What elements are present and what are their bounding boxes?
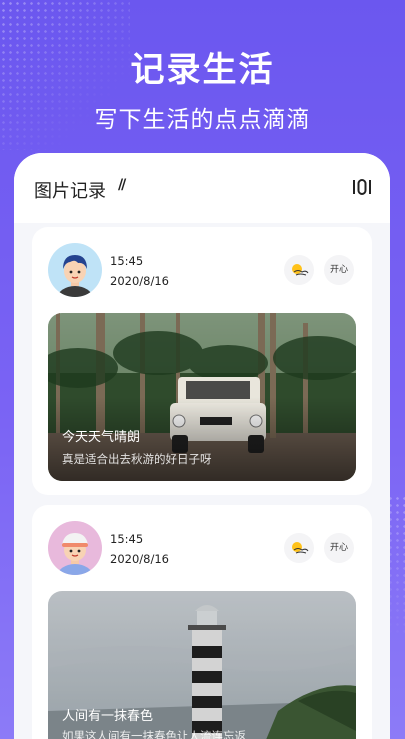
mood-badge: 开心 bbox=[324, 255, 354, 285]
caption-title: 今天天气晴朗 bbox=[62, 430, 141, 445]
avatar bbox=[48, 243, 102, 297]
caption-title: 人间有一抹春色 bbox=[62, 709, 154, 724]
record-card[interactable]: 15:45 2020/8/16 开心 bbox=[32, 227, 372, 495]
app-header: 图片记录 // bbox=[14, 153, 390, 223]
record-card[interactable]: 15:45 2020/8/16 开心 bbox=[32, 505, 372, 739]
entry-date: 2020/8/16 bbox=[110, 274, 169, 288]
entry-date: 2020/8/16 bbox=[110, 552, 169, 566]
sunny-cloud-icon bbox=[284, 255, 314, 285]
caption-text: 如果这人间有一抹春色让人流连忘返 bbox=[62, 729, 246, 739]
sunny-cloud-icon bbox=[284, 533, 314, 563]
hero-title: 记录生活 bbox=[130, 50, 275, 90]
title-mark: // bbox=[118, 177, 126, 193]
list-toggle-icon[interactable] bbox=[352, 179, 372, 195]
mood-badge: 开心 bbox=[324, 533, 354, 563]
entry-time: 15:45 bbox=[110, 532, 144, 546]
entry-time: 15:45 bbox=[110, 254, 144, 268]
entry-photo[interactable]: 人间有一抹春色 如果这人间有一抹春色让人流连忘返 bbox=[48, 591, 356, 739]
avatar bbox=[48, 521, 102, 575]
phone-screen: 图片记录 // 15:45 2020/8/16 开心 今天天气晴朗 真是适合出去… bbox=[14, 153, 390, 739]
entry-photo[interactable]: 今天天气晴朗 真是适合出去秋游的好日子呀 bbox=[48, 313, 356, 481]
caption-text: 真是适合出去秋游的好日子呀 bbox=[62, 452, 212, 466]
page-title: 图片记录 bbox=[34, 181, 106, 202]
hero-subtitle: 写下生活的点点滴滴 bbox=[94, 107, 311, 133]
